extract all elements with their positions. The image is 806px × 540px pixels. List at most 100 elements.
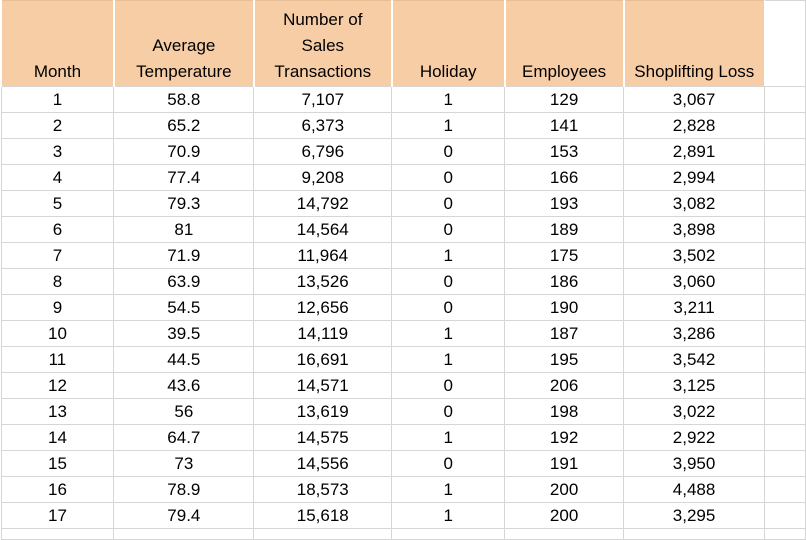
cell-number-of-sales-transactions[interactable]: 11,964	[253, 242, 393, 269]
cell-average-temperature[interactable]: 43.6	[113, 372, 255, 399]
empty-cell[interactable]	[764, 190, 806, 217]
cell-month[interactable]: 8	[0, 268, 115, 295]
cell-number-of-sales-transactions[interactable]: 12,656	[253, 294, 393, 321]
cell-employees[interactable]: 193	[504, 190, 625, 217]
empty-cell[interactable]	[113, 528, 255, 540]
cell-employees[interactable]: 186	[504, 268, 625, 295]
cell-holiday[interactable]: 1	[391, 424, 506, 451]
cell-month[interactable]: 12	[0, 372, 115, 399]
cell-employees[interactable]: 187	[504, 320, 625, 347]
cell-employees[interactable]: 195	[504, 346, 625, 373]
cell-shoplifting-loss[interactable]: 2,891	[623, 138, 766, 165]
cell-holiday[interactable]: 0	[391, 190, 506, 217]
cell-employees[interactable]: 153	[504, 138, 625, 165]
empty-cell[interactable]	[504, 528, 625, 540]
cell-employees[interactable]: 200	[504, 502, 625, 529]
empty-cell[interactable]	[764, 528, 806, 540]
cell-average-temperature[interactable]: 79.4	[113, 502, 255, 529]
cell-employees[interactable]: 206	[504, 372, 625, 399]
cell-month[interactable]: 6	[0, 216, 115, 243]
empty-cell[interactable]	[764, 164, 806, 191]
cell-number-of-sales-transactions[interactable]: 14,792	[253, 190, 393, 217]
cell-month[interactable]: 3	[0, 138, 115, 165]
cell-shoplifting-loss[interactable]: 3,950	[623, 450, 766, 477]
cell-number-of-sales-transactions[interactable]: 6,796	[253, 138, 393, 165]
cell-number-of-sales-transactions[interactable]: 13,619	[253, 398, 393, 425]
cell-number-of-sales-transactions[interactable]: 15,618	[253, 502, 393, 529]
cell-average-temperature[interactable]: 39.5	[113, 320, 255, 347]
empty-cell[interactable]	[764, 86, 806, 113]
cell-month[interactable]: 17	[0, 502, 115, 529]
cell-shoplifting-loss[interactable]: 3,898	[623, 216, 766, 243]
cell-average-temperature[interactable]: 64.7	[113, 424, 255, 451]
cell-shoplifting-loss[interactable]: 3,125	[623, 372, 766, 399]
cell-shoplifting-loss[interactable]: 2,922	[623, 424, 766, 451]
cell-employees[interactable]: 200	[504, 476, 625, 503]
column-header-employees[interactable]: Employees	[503, 0, 625, 87]
cell-average-temperature[interactable]: 54.5	[113, 294, 255, 321]
empty-column-header[interactable]	[764, 0, 806, 87]
cell-shoplifting-loss[interactable]: 3,286	[623, 320, 766, 347]
cell-holiday[interactable]: 0	[391, 398, 506, 425]
cell-month[interactable]: 16	[0, 476, 115, 503]
cell-average-temperature[interactable]: 44.5	[113, 346, 255, 373]
cell-shoplifting-loss[interactable]: 3,082	[623, 190, 766, 217]
cell-average-temperature[interactable]: 63.9	[113, 268, 255, 295]
cell-average-temperature[interactable]: 77.4	[113, 164, 255, 191]
cell-holiday[interactable]: 1	[391, 346, 506, 373]
empty-cell[interactable]	[764, 450, 806, 477]
cell-holiday[interactable]: 1	[391, 242, 506, 269]
empty-cell[interactable]	[764, 502, 806, 529]
cell-holiday[interactable]: 1	[391, 502, 506, 529]
empty-cell[interactable]	[764, 476, 806, 503]
cell-employees[interactable]: 192	[504, 424, 625, 451]
empty-cell[interactable]	[764, 216, 806, 243]
cell-holiday[interactable]: 1	[391, 320, 506, 347]
cell-shoplifting-loss[interactable]: 3,502	[623, 242, 766, 269]
column-header-month[interactable]: Month	[0, 0, 115, 87]
empty-cell[interactable]	[391, 528, 506, 540]
cell-average-temperature[interactable]: 56	[113, 398, 255, 425]
cell-shoplifting-loss[interactable]: 3,295	[623, 502, 766, 529]
cell-holiday[interactable]: 0	[391, 216, 506, 243]
cell-number-of-sales-transactions[interactable]: 9,208	[253, 164, 393, 191]
empty-cell[interactable]	[764, 138, 806, 165]
column-header-number-of-sales-transactions[interactable]: Number of Sales Transactions	[252, 0, 393, 87]
cell-shoplifting-loss[interactable]: 2,994	[623, 164, 766, 191]
cell-employees[interactable]: 129	[504, 86, 625, 113]
cell-number-of-sales-transactions[interactable]: 7,107	[253, 86, 393, 113]
cell-average-temperature[interactable]: 70.9	[113, 138, 255, 165]
cell-average-temperature[interactable]: 65.2	[113, 112, 255, 139]
empty-cell[interactable]	[764, 424, 806, 451]
empty-cell[interactable]	[253, 528, 393, 540]
cell-average-temperature[interactable]: 78.9	[113, 476, 255, 503]
cell-employees[interactable]: 189	[504, 216, 625, 243]
empty-cell[interactable]	[764, 320, 806, 347]
empty-cell[interactable]	[0, 528, 115, 540]
empty-cell[interactable]	[764, 268, 806, 295]
cell-month[interactable]: 1	[0, 86, 115, 113]
empty-cell[interactable]	[764, 372, 806, 399]
cell-month[interactable]: 15	[0, 450, 115, 477]
cell-employees[interactable]: 141	[504, 112, 625, 139]
cell-holiday[interactable]: 0	[391, 372, 506, 399]
cell-number-of-sales-transactions[interactable]: 16,691	[253, 346, 393, 373]
cell-number-of-sales-transactions[interactable]: 13,526	[253, 268, 393, 295]
cell-month[interactable]: 10	[0, 320, 115, 347]
cell-shoplifting-loss[interactable]: 3,060	[623, 268, 766, 295]
empty-cell[interactable]	[764, 346, 806, 373]
cell-employees[interactable]: 198	[504, 398, 625, 425]
cell-shoplifting-loss[interactable]: 3,067	[623, 86, 766, 113]
cell-shoplifting-loss[interactable]: 3,542	[623, 346, 766, 373]
cell-month[interactable]: 9	[0, 294, 115, 321]
cell-shoplifting-loss[interactable]: 2,828	[623, 112, 766, 139]
empty-cell[interactable]	[764, 398, 806, 425]
cell-employees[interactable]: 191	[504, 450, 625, 477]
cell-number-of-sales-transactions[interactable]: 14,564	[253, 216, 393, 243]
cell-number-of-sales-transactions[interactable]: 14,575	[253, 424, 393, 451]
cell-average-temperature[interactable]: 81	[113, 216, 255, 243]
cell-holiday[interactable]: 0	[391, 164, 506, 191]
cell-number-of-sales-transactions[interactable]: 14,119	[253, 320, 393, 347]
cell-shoplifting-loss[interactable]: 4,488	[623, 476, 766, 503]
cell-month[interactable]: 11	[0, 346, 115, 373]
